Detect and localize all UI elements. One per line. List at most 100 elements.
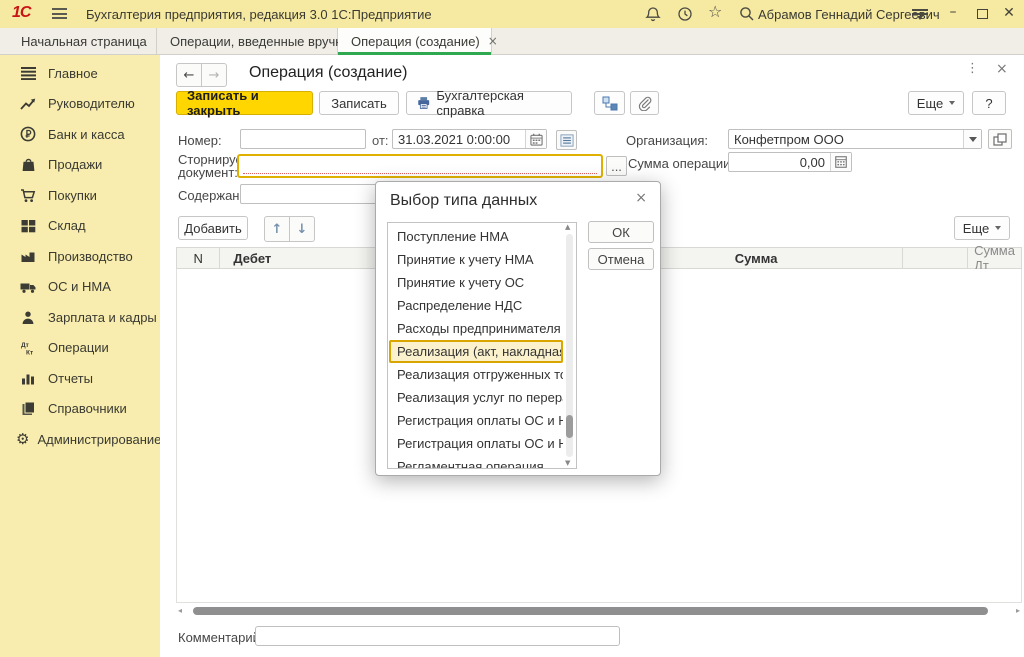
sidebar-item-main[interactable]: Главное	[0, 58, 160, 89]
save-close-button[interactable]: Записать и закрыть	[176, 91, 313, 115]
sidebar-item-fixed-assets[interactable]: ОС и НМА	[0, 272, 160, 303]
sidebar-item-label: Главное	[48, 66, 98, 81]
organization-value[interactable]: Конфетпром ООО	[729, 132, 963, 147]
list-item[interactable]: Поступление НМА	[389, 225, 563, 248]
settings-menu-icon[interactable]	[912, 9, 928, 19]
sidebar-item-operations[interactable]: ДтКт Операции	[0, 333, 160, 364]
form-close-icon[interactable]: ×	[996, 62, 1008, 76]
help-button[interactable]: ?	[972, 91, 1006, 115]
form-more-button[interactable]: Еще	[908, 91, 964, 115]
form-title: Операция (создание)	[249, 64, 407, 82]
amount-field[interactable]: 0,00	[728, 152, 852, 172]
scrollbar-thumb[interactable]	[566, 415, 573, 438]
number-input[interactable]	[241, 130, 365, 148]
history-icon[interactable]	[676, 5, 694, 23]
dialog-close-icon[interactable]: ×	[635, 191, 647, 205]
sidebar-item-label: Продажи	[48, 157, 102, 172]
move-down-button[interactable]: ↓	[290, 216, 315, 242]
form-menu-dots-icon[interactable]: ⋮	[966, 62, 979, 75]
list-item[interactable]: Реализация (акт, накладная, У...	[389, 340, 563, 363]
add-row-button[interactable]: Добавить	[178, 216, 248, 240]
back-button[interactable]: ←	[176, 63, 202, 87]
sidebar-item-bank-cash[interactable]: Банк и касса	[0, 119, 160, 150]
organization-combo[interactable]: Конфетпром ООО	[728, 129, 982, 149]
attachments-button[interactable]	[630, 91, 659, 115]
amount-value[interactable]: 0,00	[729, 155, 830, 170]
dialog-scrollbar[interactable]: ▲ ▼	[563, 223, 576, 468]
list-item[interactable]: Регистрация оплаты ОС и НМ...	[389, 409, 563, 432]
structure-button[interactable]	[594, 91, 625, 115]
cart-icon	[16, 187, 40, 204]
move-up-button[interactable]: ↑	[264, 216, 290, 242]
scroll-left-icon[interactable]: ◂	[178, 607, 182, 615]
sidebar-item-reports[interactable]: Отчеты	[0, 363, 160, 394]
sidebar-item-label: Банк и касса	[48, 127, 125, 142]
date-value[interactable]: 31.03.2021 0:00:00	[393, 132, 525, 147]
scroll-down-icon[interactable]: ▼	[565, 460, 570, 467]
sidebar-item-purchases[interactable]: Покупки	[0, 180, 160, 211]
list-item[interactable]: Расходы предпринимателя	[389, 317, 563, 340]
calendar-icon[interactable]	[525, 130, 546, 148]
accounting-reference-button[interactable]: Бухгалтерская справка	[406, 91, 572, 115]
list-item[interactable]: Распределение НДС	[389, 294, 563, 317]
column-sum-dt[interactable]: Сумма Дт	[968, 248, 1021, 268]
sidebar-item-warehouse[interactable]: Склад	[0, 211, 160, 242]
column-empty[interactable]	[903, 248, 968, 268]
number-field[interactable]	[240, 129, 366, 149]
search-icon[interactable]	[738, 5, 756, 23]
sidebar-item-sales[interactable]: Продажи	[0, 150, 160, 181]
save-button[interactable]: Записать	[319, 91, 399, 115]
scroll-right-icon[interactable]: ▸	[1016, 607, 1020, 615]
comment-input[interactable]	[256, 627, 619, 645]
journal-list-icon[interactable]	[556, 130, 577, 150]
tab-home[interactable]: Начальная страница	[0, 28, 157, 54]
data-type-listbox[interactable]: Поступление НМАПринятие к учету НМАПриня…	[387, 222, 577, 469]
date-field[interactable]: 31.03.2021 0:00:00	[392, 129, 547, 149]
scroll-up-icon[interactable]: ▲	[565, 224, 570, 231]
open-organization-icon[interactable]	[988, 129, 1012, 149]
sidebar-item-catalogs[interactable]: Справочники	[0, 394, 160, 425]
list-item[interactable]: Принятие к учету НМА	[389, 248, 563, 271]
data-type-items: Поступление НМАПринятие к учету НМАПриня…	[389, 225, 563, 469]
sidebar-item-manager[interactable]: Руководителю	[0, 89, 160, 120]
storno-choose-button[interactable]: ...	[606, 156, 627, 176]
combo-dropdown-icon[interactable]	[963, 130, 981, 148]
list-item-label: Регистрация оплаты ОС и НМ...	[397, 413, 563, 428]
tab-label: Операции, введенные вручную	[170, 34, 359, 49]
data-type-dialog: Выбор типа данных × Поступление НМАПриня…	[375, 181, 661, 476]
storno-document-field[interactable]	[237, 154, 603, 178]
sidebar-item-payroll[interactable]: Зарплата и кадры	[0, 302, 160, 333]
tab-close-icon[interactable]: ×	[488, 35, 498, 47]
list-item[interactable]: Принятие к учету ОС	[389, 271, 563, 294]
horizontal-scrollbar[interactable]: ◂ ▸	[176, 606, 1022, 616]
sidebar-item-label: Справочники	[48, 401, 127, 416]
sections-sidebar: Главное Руководителю Банк и касса Продаж…	[0, 55, 160, 657]
sidebar-item-administration[interactable]: ⚙ Администрирование	[0, 424, 160, 455]
list-item[interactable]: Реализация отгруженных това...	[389, 363, 563, 386]
list-item[interactable]: Регламентная операция	[389, 455, 563, 469]
sidebar-item-production[interactable]: Производство	[0, 241, 160, 272]
favorites-star-icon[interactable]: ☆	[708, 4, 726, 22]
list-item[interactable]: Регистрация оплаты ОС и НМ...	[389, 432, 563, 455]
cancel-button[interactable]: Отмена	[588, 248, 654, 270]
ok-button[interactable]: ОК	[588, 221, 654, 243]
list-item[interactable]: Реализация услуг по перераб...	[389, 386, 563, 409]
close-window-icon[interactable]: ✕	[1000, 6, 1018, 20]
grid-more-button[interactable]: Еще	[954, 216, 1010, 240]
calculator-icon[interactable]	[830, 153, 851, 171]
maximize-icon[interactable]	[977, 9, 988, 19]
scrollbar-thumb[interactable]	[193, 607, 988, 615]
comment-field[interactable]	[255, 626, 620, 646]
notifications-bell-icon[interactable]	[644, 5, 662, 23]
tab-manual-operations[interactable]: Операции, введенные вручную ×	[157, 28, 338, 54]
help-label: ?	[985, 96, 992, 111]
forward-button[interactable]: →	[202, 63, 227, 87]
main-menu-icon[interactable]	[52, 8, 67, 19]
factory-icon	[16, 248, 40, 265]
tab-operation-create[interactable]: Операция (создание) ×	[338, 28, 492, 54]
minimize-icon[interactable]: –	[944, 5, 962, 19]
menu-icon	[16, 65, 40, 82]
column-n[interactable]: N	[177, 248, 220, 268]
number-label: Номер:	[178, 133, 222, 148]
title-bar: 1С Бухгалтерия предприятия, редакция 3.0…	[0, 0, 1024, 28]
